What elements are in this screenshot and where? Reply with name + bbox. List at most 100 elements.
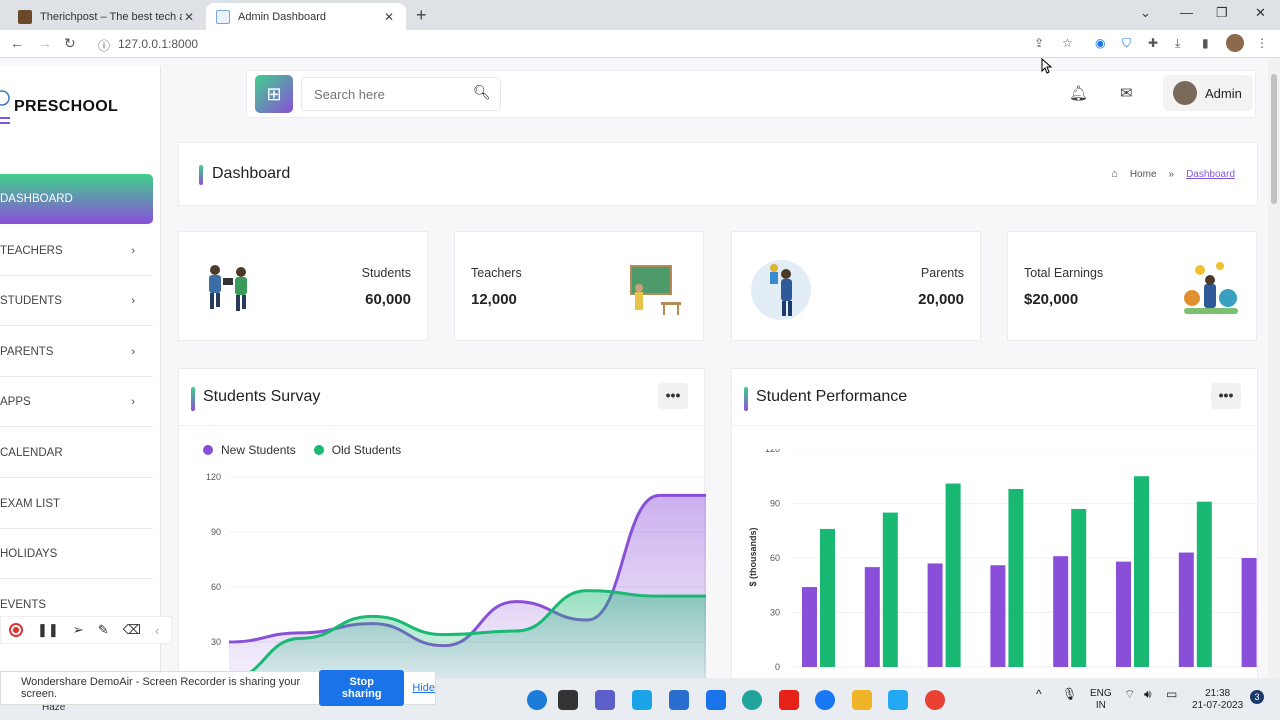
title-accent-bar	[199, 165, 203, 185]
breadcrumb-separator: »	[1168, 168, 1175, 180]
stat-card-students: Students 60,000	[178, 231, 428, 341]
collapse-chevron-icon[interactable]: ‹	[155, 623, 159, 638]
profile-avatar[interactable]	[1226, 34, 1244, 52]
chrome-icon[interactable]	[925, 690, 945, 710]
sidebar-item-teachers[interactable]: TEACHERS ›	[0, 226, 153, 276]
file-explorer-icon[interactable]	[852, 690, 872, 710]
breadcrumb-home[interactable]: Home	[1130, 169, 1157, 180]
task-view-icon[interactable]	[558, 690, 578, 710]
bing-icon[interactable]	[527, 690, 547, 710]
notification-bell-icon[interactable]: 🔔︎	[1069, 84, 1088, 102]
browser-menu-icon[interactable]: ⋮	[1256, 36, 1268, 50]
lang-code: ENG	[1090, 688, 1112, 699]
page-content: PRESCHOOL DASHBOARD TEACHERS › STUDENTS › …	[0, 58, 1268, 678]
students-survey-card: Students Survay ••• New Students Old Stu…	[178, 368, 706, 678]
bar	[802, 587, 817, 667]
y-tick-label: 120	[765, 449, 780, 454]
browser-tab-active[interactable]: Admin Dashboard ✕	[206, 3, 406, 30]
sidebar-item-holidays[interactable]: HOLIDAYS	[0, 529, 153, 579]
download-icon[interactable]: ⤓	[1175, 36, 1180, 51]
more-options-button[interactable]: •••	[658, 383, 688, 409]
sidebar-item-parents[interactable]: PARENTS ›	[0, 327, 153, 377]
puzzle-extensions-icon[interactable]: ✚	[1148, 36, 1158, 50]
tab-list-chevron-icon[interactable]: ⌄	[1140, 5, 1151, 21]
y-tick-label: 30	[211, 637, 221, 647]
edge-icon[interactable]	[742, 690, 762, 710]
forward-arrow-icon[interactable]: →	[38, 35, 52, 51]
survey-area-chart: 120 90 60 30	[206, 472, 706, 678]
bar	[864, 567, 880, 667]
message-icon[interactable]: ✉	[1120, 84, 1133, 102]
volume-icon[interactable]: 🔊︎	[1144, 688, 1152, 700]
eraser-icon[interactable]: ⌫	[123, 622, 141, 638]
site-favicon-icon	[18, 9, 32, 24]
legend-item[interactable]: Old Students	[313, 443, 402, 457]
bar	[1116, 561, 1131, 667]
sidebar-item-label: HOLIDAYS	[0, 547, 58, 560]
side-panel-icon[interactable]: ▮	[1202, 36, 1209, 50]
pause-icon[interactable]: ❚❚	[37, 622, 59, 638]
tray-chevron-icon[interactable]: ^	[1036, 688, 1042, 700]
extension-icon[interactable]: ◉	[1095, 36, 1105, 50]
legend-label: Old Students	[331, 443, 402, 457]
facebook-icon[interactable]	[815, 690, 835, 710]
store-icon[interactable]	[669, 690, 689, 710]
maximize-icon[interactable]: ❐	[1216, 5, 1228, 21]
new-tab-button[interactable]: +	[416, 5, 427, 26]
sidebar-item-exam-list[interactable]: EXAM LIST	[0, 479, 153, 529]
parents-illustration-icon	[751, 260, 811, 320]
legend-item[interactable]: New Students	[203, 443, 296, 457]
more-options-button[interactable]: •••	[1211, 383, 1241, 409]
sidebar: PRESCHOOL DASHBOARD TEACHERS › STUDENTS › …	[0, 66, 161, 678]
sidebar-item-dashboard[interactable]: DASHBOARD	[0, 174, 153, 224]
sidebar-item-apps[interactable]: APPS ›	[0, 377, 153, 427]
home-icon[interactable]: ⌂	[1111, 168, 1118, 180]
search-input[interactable]	[301, 77, 501, 111]
back-arrow-icon[interactable]: ←	[10, 35, 24, 51]
microphone-icon[interactable]: 🎙︎	[1062, 688, 1077, 700]
tab-close-icon[interactable]: ✕	[382, 10, 396, 24]
hide-link[interactable]: Hide	[412, 682, 435, 694]
notification-count-badge[interactable]: 3	[1250, 690, 1264, 704]
url-text[interactable]: 127.0.0.1:8000	[118, 37, 198, 51]
youtube-icon[interactable]	[779, 690, 799, 710]
recorder-toolbar: ❚❚ ➢ ✎ ⌫ ‹	[0, 616, 172, 644]
stop-sharing-button[interactable]: Stop sharing	[319, 670, 405, 706]
search-icon[interactable]: 🔍︎	[473, 84, 491, 101]
shield-extension-icon[interactable]: ⛉	[1122, 36, 1131, 51]
share-icon[interactable]: ⇪	[1034, 36, 1044, 50]
pointer-icon[interactable]: ➢	[73, 622, 84, 638]
language-indicator[interactable]: ENG IN	[1090, 688, 1112, 712]
breadcrumb-current[interactable]: Dashboard	[1186, 169, 1235, 180]
bar	[882, 512, 898, 667]
sidebar-item-students[interactable]: STUDENTS ›	[0, 276, 153, 326]
vscode-icon[interactable]	[888, 690, 908, 710]
sidebar-item-label: EVENTS	[0, 598, 47, 611]
chevron-right-icon: ›	[131, 395, 135, 408]
sidebar-item-calendar[interactable]: CALENDAR	[0, 428, 153, 478]
bar	[990, 565, 1006, 667]
scrollbar-thumb[interactable]	[1271, 74, 1277, 204]
record-icon[interactable]	[9, 623, 23, 637]
browser-tab[interactable]: Therichpost – The best tech and ✕	[8, 3, 206, 30]
mail-icon[interactable]	[706, 690, 726, 710]
apps-grid-button[interactable]: ⊞	[255, 75, 293, 113]
page-scrollbar[interactable]	[1268, 58, 1280, 678]
bookmark-star-icon[interactable]: ☆	[1062, 36, 1073, 50]
teams-icon[interactable]	[595, 690, 615, 710]
reload-icon[interactable]: ↻	[64, 35, 76, 52]
lang-region: IN	[1095, 700, 1106, 711]
legend-dot-icon	[313, 445, 324, 455]
user-menu[interactable]: Admin	[1163, 75, 1253, 111]
stat-value: $20,000	[1024, 291, 1079, 308]
site-info-icon[interactable]: ⓘ	[98, 37, 110, 54]
wifi-icon[interactable]: ⌔	[1124, 688, 1135, 700]
minimize-icon[interactable]: —	[1180, 5, 1193, 20]
bar	[1134, 476, 1149, 667]
pen-icon[interactable]: ✎	[98, 622, 109, 638]
tab-close-icon[interactable]: ✕	[182, 10, 196, 24]
window-close-icon[interactable]: ✕	[1255, 5, 1266, 21]
skype-icon[interactable]	[632, 690, 652, 710]
clock[interactable]: 21:38 21-07-2023	[1192, 688, 1243, 712]
battery-icon[interactable]: ▭	[1166, 688, 1177, 700]
